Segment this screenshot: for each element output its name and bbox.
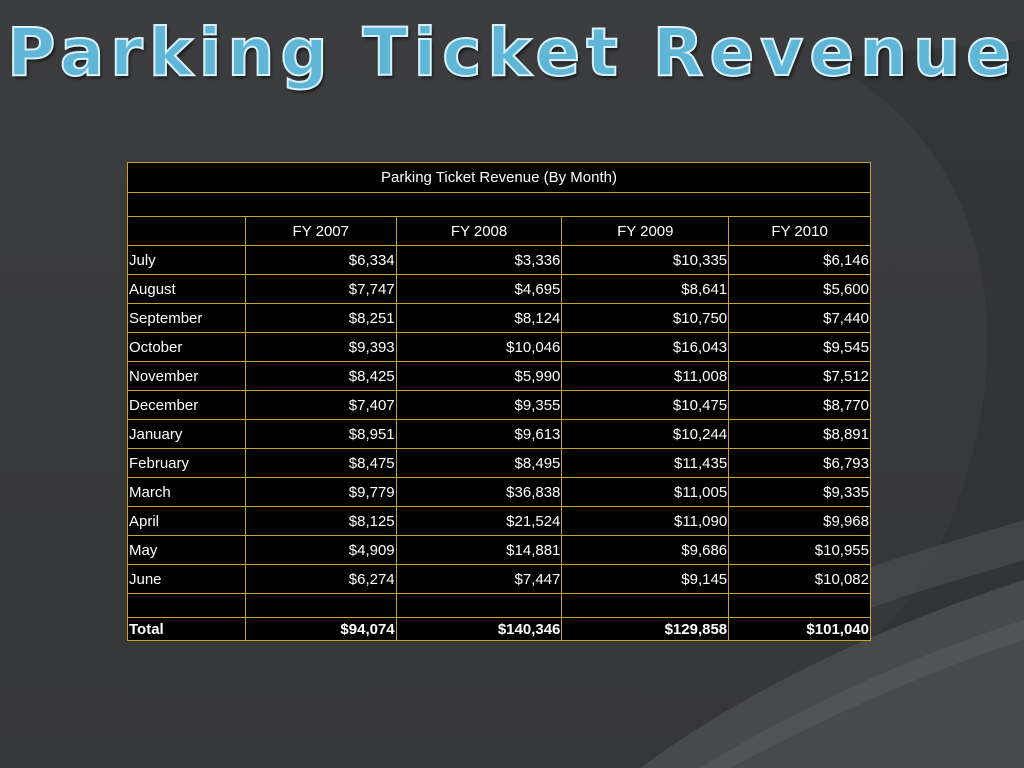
table-caption-row: Parking Ticket Revenue (By Month) bbox=[127, 162, 871, 193]
month-cell: September bbox=[127, 303, 246, 333]
value-cell: $10,046 bbox=[395, 332, 563, 362]
value-cell: $7,440 bbox=[728, 303, 871, 333]
value-cell: $8,770 bbox=[728, 390, 871, 420]
month-cell: January bbox=[127, 419, 246, 449]
value-cell: $10,335 bbox=[561, 245, 730, 275]
month-cell: December bbox=[127, 390, 246, 420]
slide-title: Parking Ticket Revenue bbox=[6, 13, 1017, 92]
total-label: Total bbox=[127, 617, 246, 641]
value-cell: $10,750 bbox=[561, 303, 730, 333]
value-cell: $10,244 bbox=[561, 419, 730, 449]
value-cell: $6,334 bbox=[244, 245, 397, 275]
value-cell: $6,793 bbox=[728, 448, 871, 478]
value-cell: $14,881 bbox=[395, 535, 563, 565]
month-cell: April bbox=[127, 506, 246, 536]
total-value-cell: $140,346 bbox=[395, 617, 563, 641]
value-cell: $7,747 bbox=[244, 274, 397, 304]
table-row: December $7,407 $9,355 $10,475 $8,770 bbox=[127, 390, 871, 420]
table-caption: Parking Ticket Revenue (By Month) bbox=[127, 162, 871, 193]
month-cell: August bbox=[127, 274, 246, 304]
table-row: April $8,125 $21,524 $11,090 $9,968 bbox=[127, 506, 871, 536]
value-cell: $7,512 bbox=[728, 361, 871, 391]
value-cell: $16,043 bbox=[561, 332, 730, 362]
table-header-row: FY 2007 FY 2008 FY 2009 FY 2010 bbox=[127, 216, 871, 246]
value-cell: $7,407 bbox=[244, 390, 397, 420]
value-cell: $9,686 bbox=[561, 535, 730, 565]
value-cell: $5,990 bbox=[395, 361, 563, 391]
month-cell: June bbox=[127, 564, 246, 594]
table-row: June $6,274 $7,447 $9,145 $10,082 bbox=[127, 564, 871, 594]
month-cell: October bbox=[127, 332, 246, 362]
value-cell: $9,145 bbox=[561, 564, 730, 594]
value-cell: $11,008 bbox=[561, 361, 730, 391]
value-cell: $9,968 bbox=[728, 506, 871, 536]
value-cell: $8,124 bbox=[395, 303, 563, 333]
value-cell: $9,545 bbox=[728, 332, 871, 362]
header-cell-empty bbox=[127, 216, 246, 246]
table-spacer-row bbox=[127, 192, 871, 217]
value-cell: $11,090 bbox=[561, 506, 730, 536]
value-cell: $3,336 bbox=[395, 245, 563, 275]
value-cell: $9,393 bbox=[244, 332, 397, 362]
value-cell: $9,779 bbox=[244, 477, 397, 507]
value-cell: $8,891 bbox=[728, 419, 871, 449]
value-cell: $4,909 bbox=[244, 535, 397, 565]
month-cell: February bbox=[127, 448, 246, 478]
table-row: August $7,747 $4,695 $8,641 $5,600 bbox=[127, 274, 871, 304]
header-cell-fy2008: FY 2008 bbox=[395, 216, 563, 246]
value-cell: $7,447 bbox=[395, 564, 563, 594]
table-row: March $9,779 $36,838 $11,005 $9,335 bbox=[127, 477, 871, 507]
value-cell: $9,355 bbox=[395, 390, 563, 420]
table-spacer-row bbox=[127, 593, 871, 618]
header-cell-fy2010: FY 2010 bbox=[728, 216, 871, 246]
table-row: May $4,909 $14,881 $9,686 $10,955 bbox=[127, 535, 871, 565]
revenue-table: Parking Ticket Revenue (By Month) FY 200… bbox=[127, 162, 871, 641]
value-cell: $8,495 bbox=[395, 448, 563, 478]
value-cell: $9,613 bbox=[395, 419, 563, 449]
month-cell: March bbox=[127, 477, 246, 507]
value-cell: $9,335 bbox=[728, 477, 871, 507]
total-value-cell: $129,858 bbox=[561, 617, 730, 641]
table-row: November $8,425 $5,990 $11,008 $7,512 bbox=[127, 361, 871, 391]
value-cell: $21,524 bbox=[395, 506, 563, 536]
value-cell: $10,082 bbox=[728, 564, 871, 594]
table-total-row: Total $94,074 $140,346 $129,858 $101,040 bbox=[127, 617, 871, 641]
value-cell: $11,005 bbox=[561, 477, 730, 507]
value-cell: $8,951 bbox=[244, 419, 397, 449]
value-cell: $8,425 bbox=[244, 361, 397, 391]
header-cell-fy2009: FY 2009 bbox=[561, 216, 730, 246]
value-cell: $8,475 bbox=[244, 448, 397, 478]
table-row: July $6,334 $3,336 $10,335 $6,146 bbox=[127, 245, 871, 275]
table-row: September $8,251 $8,124 $10,750 $7,440 bbox=[127, 303, 871, 333]
total-value-cell: $101,040 bbox=[728, 617, 871, 641]
value-cell: $10,955 bbox=[728, 535, 871, 565]
value-cell: $11,435 bbox=[561, 448, 730, 478]
month-cell: July bbox=[127, 245, 246, 275]
table-row: February $8,475 $8,495 $11,435 $6,793 bbox=[127, 448, 871, 478]
table-row: October $9,393 $10,046 $16,043 $9,545 bbox=[127, 332, 871, 362]
month-cell: May bbox=[127, 535, 246, 565]
value-cell: $10,475 bbox=[561, 390, 730, 420]
value-cell: $4,695 bbox=[395, 274, 563, 304]
table-row: January $8,951 $9,613 $10,244 $8,891 bbox=[127, 419, 871, 449]
month-cell: November bbox=[127, 361, 246, 391]
value-cell: $5,600 bbox=[728, 274, 871, 304]
total-value-cell: $94,074 bbox=[244, 617, 397, 641]
value-cell: $8,641 bbox=[561, 274, 730, 304]
header-cell-fy2007: FY 2007 bbox=[244, 216, 397, 246]
value-cell: $8,251 bbox=[244, 303, 397, 333]
value-cell: $8,125 bbox=[244, 506, 397, 536]
value-cell: $36,838 bbox=[395, 477, 563, 507]
value-cell: $6,146 bbox=[728, 245, 871, 275]
value-cell: $6,274 bbox=[244, 564, 397, 594]
